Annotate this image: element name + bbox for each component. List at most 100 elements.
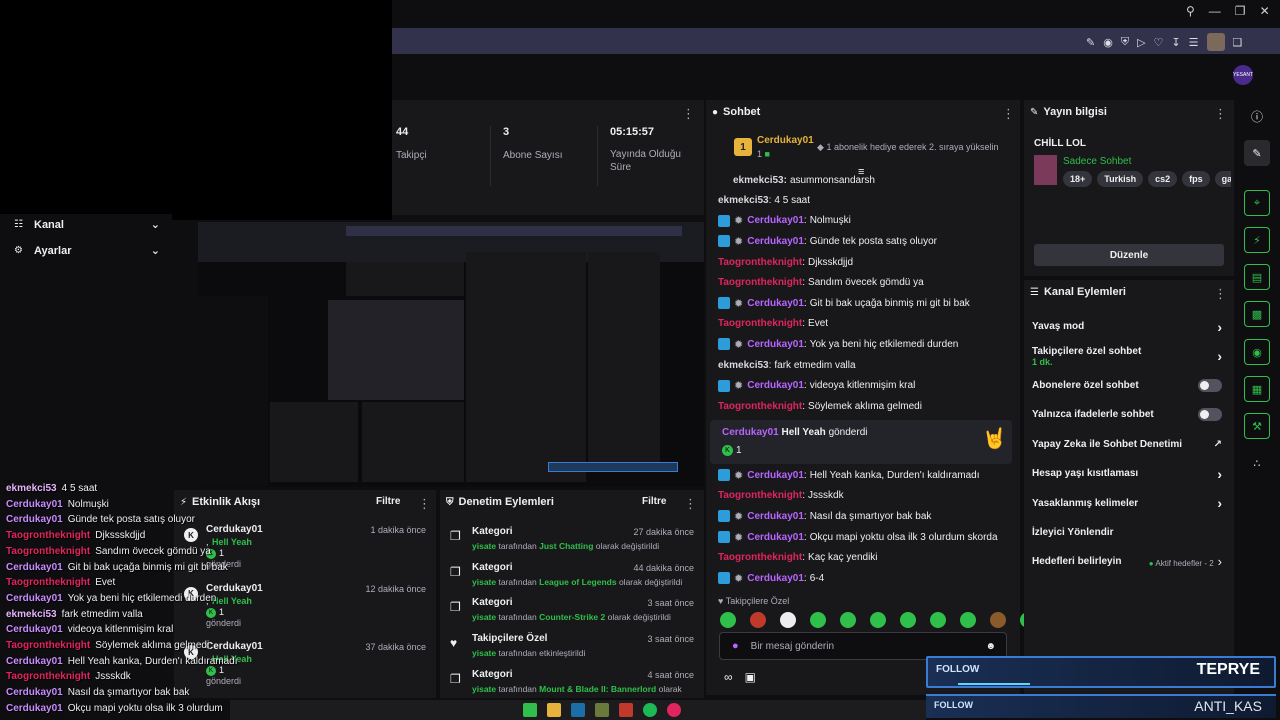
chat-user[interactable]: Cerdukay01: [747, 339, 804, 350]
emoji-icon[interactable]: ☻: [985, 641, 996, 652]
menu-icon[interactable]: ☰: [1189, 36, 1199, 49]
channel-action-item[interactable]: Yavaş mod ›: [1024, 312, 1230, 341]
sidebar-item-channel[interactable]: ☷ Kanal ⌄: [14, 218, 160, 232]
chat-user[interactable]: Cerdukay01: [747, 470, 804, 481]
chat-user[interactable]: Taogrontheknight: [718, 277, 802, 288]
toggle-switch[interactable]: [1198, 378, 1222, 392]
tag-chip[interactable]: 18+: [1063, 171, 1093, 187]
moderator-user[interactable]: yisate: [472, 612, 496, 622]
file-explorer-icon[interactable]: [547, 703, 561, 717]
chat-user[interactable]: Cerdukay01: [747, 380, 804, 391]
emote-icon[interactable]: [990, 612, 1006, 628]
play-icon[interactable]: ▷: [1137, 36, 1145, 49]
channel-action-item[interactable]: Hedefleri belirleyin ● Aktif hedefler - 2…: [1024, 547, 1230, 576]
emote-icon[interactable]: [810, 612, 826, 628]
app-icon[interactable]: [595, 703, 609, 717]
tag-chip[interactable]: cs2: [1148, 171, 1178, 187]
emote-icon[interactable]: [870, 612, 886, 628]
gift-badge-icon: ✹: [734, 215, 744, 228]
channel-action-item[interactable]: Takipçilere özel sohbet 1 dk. ›: [1024, 341, 1230, 370]
search-icon[interactable]: ⚲: [1186, 4, 1195, 18]
emote-icon[interactable]: [750, 612, 766, 628]
emote-icon[interactable]: [780, 612, 796, 628]
info-icon[interactable]: ⓘ: [1244, 106, 1270, 126]
store-icon[interactable]: ▣: [745, 670, 756, 684]
emote-icon[interactable]: [930, 612, 946, 628]
bolt-icon[interactable]: ⚡: [1244, 227, 1270, 253]
category-name[interactable]: Sadece Sohbet: [1063, 156, 1131, 167]
more-icon[interactable]: ⋮: [684, 496, 697, 512]
filter-button[interactable]: Filtre: [376, 496, 400, 507]
chat-user[interactable]: Cerdukay01: [747, 511, 804, 522]
moderator-user[interactable]: yisate: [472, 577, 496, 587]
drops-icon[interactable]: ∞: [724, 670, 733, 684]
more-icon[interactable]: ⋮: [418, 496, 431, 512]
chat-user[interactable]: Cerdukay01: [747, 298, 804, 309]
recorder-icon[interactable]: [667, 703, 681, 717]
chat-user[interactable]: ekmekci53: [718, 360, 769, 371]
channel-action-item[interactable]: İzleyici Yönlendir: [1024, 518, 1230, 547]
tag-chip[interactable]: Turkish: [1097, 171, 1144, 187]
wrench-icon[interactable]: ⚒: [1244, 413, 1270, 439]
emote-icon[interactable]: [960, 612, 976, 628]
broadcast-icon[interactable]: ◉: [1244, 339, 1270, 365]
more-icon[interactable]: ⋮: [1214, 286, 1227, 302]
avatar[interactable]: YESANT: [1233, 65, 1253, 85]
chat-user[interactable]: Cerdukay01: [747, 532, 804, 543]
emote-icon[interactable]: [900, 612, 916, 628]
close-icon[interactable]: ✕: [1260, 4, 1270, 18]
channel-action-item[interactable]: Hesap yaşı kısıtlaması ›: [1024, 459, 1230, 488]
more-icon[interactable]: ⋮: [1002, 106, 1015, 122]
channel-action-item[interactable]: Yasaklanmış kelimeler ›: [1024, 488, 1230, 517]
edit-stream-button[interactable]: Düzenle: [1034, 244, 1224, 266]
moderator-user[interactable]: yisate: [472, 541, 496, 551]
shield-icon[interactable]: ⛨: [1121, 36, 1129, 49]
chat-bubble-icon[interactable]: ▩: [1244, 301, 1270, 327]
drops-icon[interactable]: ∴: [1244, 450, 1270, 476]
chat-user[interactable]: Taogrontheknight: [718, 401, 802, 412]
document-icon[interactable]: ▤: [1244, 264, 1270, 290]
toggle-switch[interactable]: [1198, 408, 1222, 422]
avatar[interactable]: [1206, 33, 1225, 51]
tag-chip[interactable]: fps: [1182, 171, 1210, 187]
download-icon[interactable]: ↧: [1171, 36, 1180, 49]
windows-icon[interactable]: [523, 703, 537, 717]
sidebar-item-settings[interactable]: ⚙ Ayarlar ⌄: [14, 244, 160, 258]
chat-user[interactable]: Taogrontheknight: [718, 257, 802, 268]
media-icon[interactable]: [619, 703, 633, 717]
channel-action-item[interactable]: Yalnızca ifadelerle sohbet: [1024, 400, 1230, 429]
gift-user[interactable]: Cerdukay01: [722, 427, 779, 438]
chat-user[interactable]: Cerdukay01: [747, 215, 804, 226]
heart-icon[interactable]: ♡: [1154, 36, 1164, 49]
chat-user[interactable]: ekmekci53:: [733, 175, 787, 186]
more-icon[interactable]: ⋮: [682, 106, 695, 122]
chat-user[interactable]: Cerdukay01: [747, 236, 804, 247]
moderator-user[interactable]: yisate: [472, 648, 496, 658]
pen-icon[interactable]: ✎: [1244, 140, 1270, 166]
channel-action-item[interactable]: Yapay Zeka ile Sohbet Denetimi ↗: [1024, 430, 1230, 459]
top-gifter-name[interactable]: Cerdukay01: [757, 135, 814, 146]
channel-action-item[interactable]: Abonelere özel sohbet: [1024, 371, 1230, 400]
steam-icon[interactable]: [571, 703, 585, 717]
minimize-icon[interactable]: —: [1209, 4, 1221, 18]
chat-user[interactable]: Taogrontheknight: [718, 490, 802, 501]
layout-icon[interactable]: ▦: [1244, 376, 1270, 402]
camera-icon[interactable]: ◉: [1103, 36, 1113, 49]
edit-icon[interactable]: ✎: [1086, 36, 1095, 49]
restore-icon[interactable]: ❐: [1235, 4, 1246, 18]
chat-user[interactable]: ekmekci53: [718, 195, 769, 206]
tag-chip[interactable]: gamin: [1214, 171, 1231, 187]
chat-user[interactable]: Taogrontheknight: [718, 552, 802, 563]
crosshair-icon[interactable]: ⌖: [1244, 190, 1270, 216]
chat-user[interactable]: Taogrontheknight: [718, 318, 802, 329]
spotify-icon[interactable]: [643, 703, 657, 717]
filter-button[interactable]: Filtre: [642, 496, 666, 507]
chat-user[interactable]: Cerdukay01: [747, 573, 804, 584]
chat-title: Sohbet: [723, 106, 761, 118]
more-icon[interactable]: ⋮: [1214, 106, 1227, 122]
moderator-user[interactable]: yisate: [472, 684, 496, 694]
emote-icon[interactable]: [840, 612, 856, 628]
extension-icon[interactable]: ❑: [1233, 36, 1243, 49]
mic-icon[interactable]: ●: [732, 640, 739, 652]
emote-icon[interactable]: [720, 612, 736, 628]
